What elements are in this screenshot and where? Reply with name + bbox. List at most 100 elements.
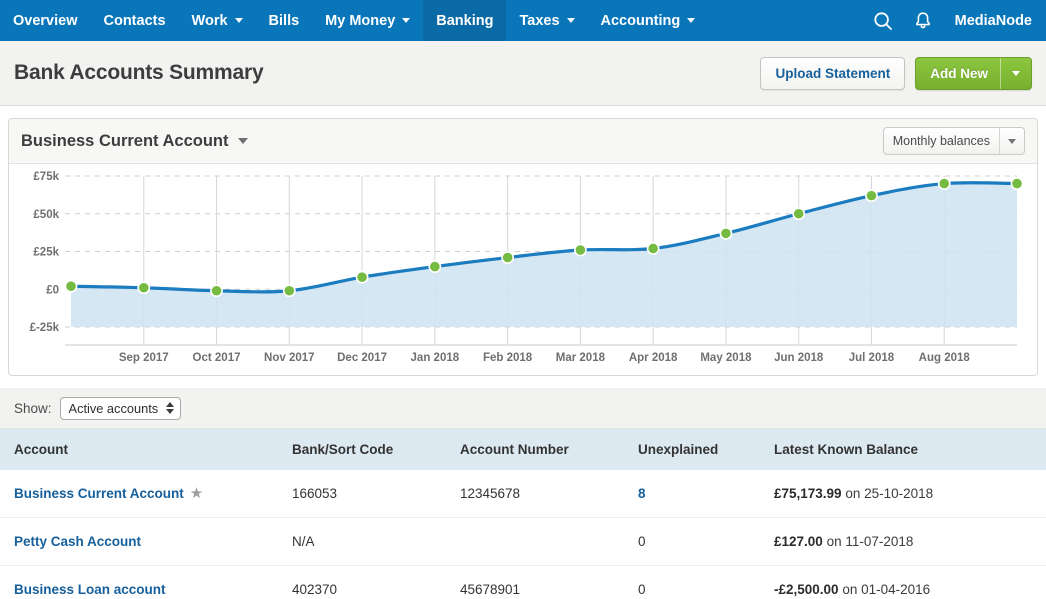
- chevron-down-icon: [234, 18, 243, 23]
- x-axis-tick-label: Apr 2018: [629, 352, 678, 364]
- x-axis-tick-label: Jun 2018: [774, 352, 824, 364]
- filter-bar: Show: Active accounts: [0, 388, 1046, 429]
- search-icon[interactable]: [863, 0, 903, 41]
- user-menu[interactable]: MediaNode: [943, 13, 1032, 29]
- column-header-sort-code[interactable]: Bank/Sort Code: [292, 429, 460, 470]
- cell-unexplained: 0: [638, 565, 774, 599]
- balance-amount: -£2,500.00: [774, 582, 839, 597]
- add-new-dropdown-toggle[interactable]: [1000, 57, 1031, 89]
- account-selector[interactable]: Business Current Account: [21, 132, 248, 151]
- nav-item-label: Taxes: [519, 12, 560, 29]
- user-menu-label: MediaNode: [954, 12, 1032, 29]
- x-axis-tick-label: Feb 2018: [483, 352, 533, 364]
- data-point-marker[interactable]: [719, 226, 733, 240]
- column-header-account[interactable]: Account: [0, 429, 292, 470]
- data-point-marker[interactable]: [64, 279, 78, 293]
- y-axis-tick-label: £-25k: [30, 322, 60, 334]
- add-new-button[interactable]: Add New: [915, 56, 1032, 90]
- data-point-marker[interactable]: [355, 270, 369, 284]
- y-axis-tick-label: £50k: [33, 209, 59, 221]
- bell-icon[interactable]: [903, 0, 943, 41]
- cell-sort-code: 166053: [292, 470, 460, 518]
- data-point-marker[interactable]: [282, 284, 296, 298]
- content-wrapper: Business Current Account Monthly balance…: [0, 106, 1046, 376]
- x-axis-tick-label: Mar 2018: [556, 352, 606, 364]
- column-header-unexplained[interactable]: Unexplained: [638, 429, 774, 470]
- page-header: Bank Accounts Summary Upload Statement A…: [0, 41, 1046, 106]
- nav-item-label: My Money: [325, 12, 396, 29]
- accounts-table-body: Business Current Account ★ 166053 12345678 8…: [0, 470, 1046, 599]
- cell-latest-balance: £127.00 on 11-07-2018: [774, 517, 1046, 566]
- nav-item-bills[interactable]: Bills: [256, 0, 313, 41]
- stepper-icon: [166, 402, 175, 414]
- star-icon[interactable]: ★: [190, 485, 203, 502]
- accounts-table: Account Bank/Sort Code Account Number Un…: [0, 429, 1046, 599]
- cell-account: Petty Cash Account: [0, 517, 292, 566]
- table-row: Business Loan account 402370 45678901 0 -£2,…: [0, 565, 1046, 599]
- y-axis-tick-label: £25k: [33, 247, 59, 259]
- chevron-down-icon: [402, 18, 411, 23]
- unexplained-value: 0: [638, 582, 646, 597]
- unexplained-value: 0: [638, 534, 646, 549]
- data-point-marker[interactable]: [501, 251, 515, 264]
- nav-item-contacts[interactable]: Contacts: [91, 0, 179, 41]
- data-point-marker[interactable]: [937, 177, 951, 190]
- data-point-marker[interactable]: [210, 284, 223, 298]
- y-axis-tick-label: £75k: [33, 171, 59, 183]
- nav-item-label: Bills: [268, 12, 300, 29]
- nav-item-taxes[interactable]: Taxes: [506, 0, 587, 41]
- cell-account-number: 12345678: [460, 470, 638, 518]
- cell-latest-balance: -£2,500.00 on 01-04-2016: [774, 565, 1046, 599]
- upload-statement-label: Upload Statement: [775, 65, 891, 81]
- account-selector-label: Business Current Account: [21, 131, 229, 150]
- data-point-marker[interactable]: [428, 260, 442, 273]
- balance-chart: £75k £50k £25k £0 £-25k Sep 2017 Oct 2017 Nov 2…: [9, 164, 1037, 375]
- chart-range-dropdown-toggle[interactable]: [999, 128, 1024, 154]
- account-filter-select[interactable]: Active accounts: [59, 396, 182, 420]
- column-header-account-number[interactable]: Account Number: [460, 429, 638, 470]
- data-point-marker[interactable]: [1010, 177, 1024, 190]
- column-header-latest-balance[interactable]: Latest Known Balance: [774, 429, 1046, 470]
- account-link[interactable]: Business Loan account: [14, 582, 166, 597]
- data-point-marker[interactable]: [865, 189, 878, 203]
- account-link[interactable]: Business Current Account: [14, 486, 184, 501]
- data-point-marker[interactable]: [573, 243, 587, 257]
- nav-item-my-money[interactable]: My Money: [312, 0, 423, 41]
- table-header-row: Account Bank/Sort Code Account Number Un…: [0, 429, 1046, 470]
- cell-unexplained: 0: [638, 517, 774, 566]
- x-axis-tick-label: Aug 2018: [919, 352, 971, 364]
- x-axis-tick-label: Oct 2017: [193, 352, 241, 364]
- cell-account: Business Loan account: [0, 565, 292, 599]
- nav-item-banking[interactable]: Banking: [423, 0, 507, 41]
- cell-unexplained: 8: [638, 470, 774, 518]
- nav-item-label: Overview: [13, 12, 78, 29]
- chart-panel-header: Business Current Account Monthly balance…: [9, 119, 1037, 164]
- account-link[interactable]: Petty Cash Account: [14, 534, 141, 549]
- upload-statement-button[interactable]: Upload Statement: [760, 56, 906, 90]
- chart-range-label: Monthly balances: [892, 134, 990, 148]
- data-point-marker[interactable]: [792, 207, 806, 221]
- balance-amount: £75,173.99: [774, 486, 842, 501]
- nav-item-accounting[interactable]: Accounting: [588, 0, 709, 41]
- cell-account-number: [460, 517, 638, 566]
- table-row: Business Current Account ★ 166053 12345678 8…: [0, 470, 1046, 518]
- balance-date: on 11-07-2018: [822, 534, 914, 549]
- unexplained-link[interactable]: 8: [638, 486, 646, 501]
- header-actions: Upload Statement Add New: [760, 56, 1032, 90]
- x-axis-tick-label: Nov 2017: [264, 352, 315, 364]
- chart-range-select[interactable]: Monthly balances: [882, 127, 1025, 155]
- x-axis-tick-label: May 2018: [700, 352, 752, 364]
- nav-item-overview[interactable]: Overview: [0, 0, 91, 41]
- chevron-down-icon: [1012, 70, 1020, 76]
- data-point-marker[interactable]: [137, 281, 151, 295]
- balance-chart-panel: Business Current Account Monthly balance…: [8, 118, 1038, 376]
- cell-account-number: 45678901: [460, 565, 638, 599]
- nav-item-label: Banking: [436, 12, 494, 29]
- nav-item-work[interactable]: Work: [179, 0, 256, 41]
- top-navigation-bar: Overview Contacts Work Bills My Money Banking…: [0, 0, 1046, 41]
- data-point-marker[interactable]: [646, 242, 660, 255]
- cell-latest-balance: £75,173.99 on 25-10-2018: [774, 470, 1046, 518]
- nav-right-cluster: MediaNode: [863, 0, 1046, 41]
- accounts-table-head: Account Bank/Sort Code Account Number Un…: [0, 429, 1046, 470]
- nav-items: Overview Contacts Work Bills My Money Banking…: [0, 0, 708, 41]
